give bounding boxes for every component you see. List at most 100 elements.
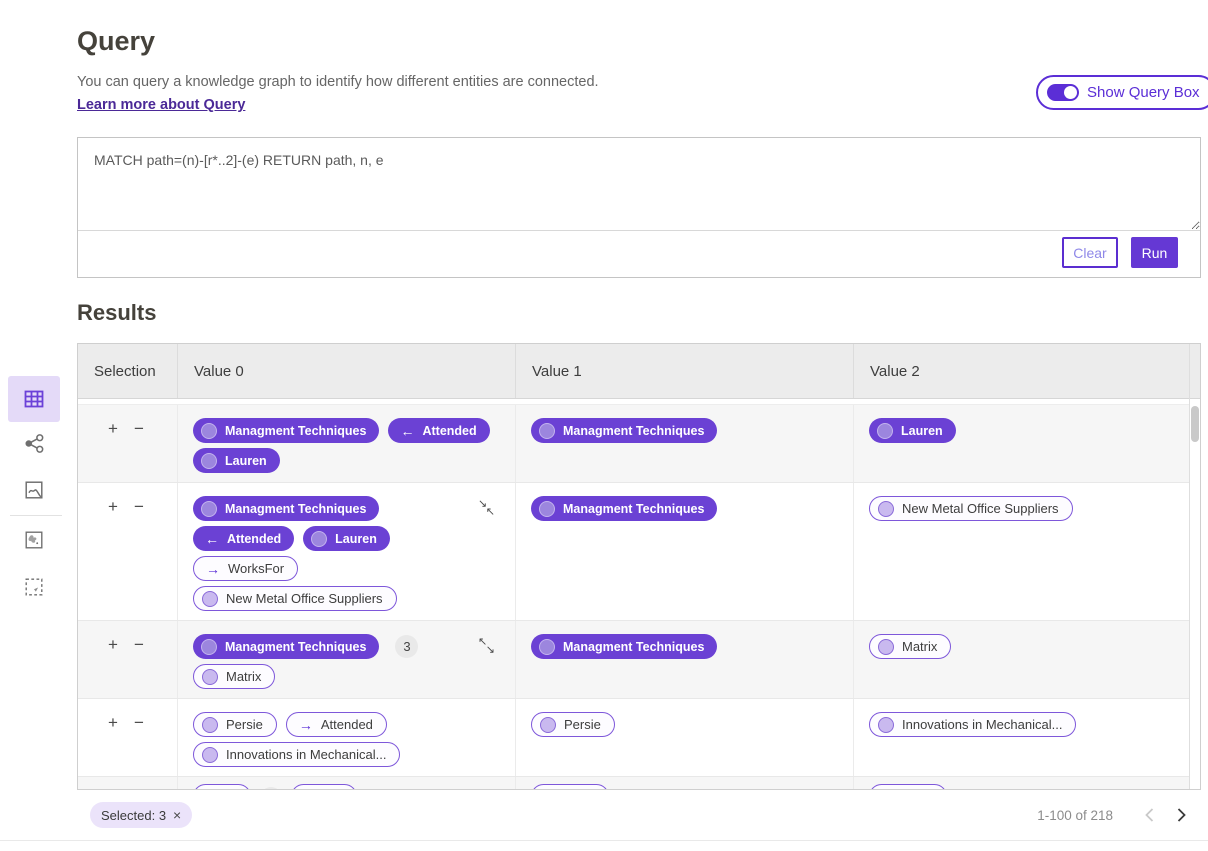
- remove-selection-button[interactable]: −: [134, 714, 144, 731]
- expand-icon[interactable]: ↖↘: [478, 637, 495, 656]
- entity-pill[interactable]: ←Attended: [388, 418, 489, 443]
- pill-line: Lauren: [869, 418, 1175, 443]
- pill-label: Managment Techniques: [563, 640, 704, 654]
- sidebar-item-graph-view[interactable]: [8, 420, 60, 466]
- add-selection-button[interactable]: +: [108, 636, 118, 653]
- toggle-knob: [1064, 86, 1077, 99]
- show-query-box-toggle[interactable]: Show Query Box: [1036, 75, 1208, 110]
- node-circle-icon: [311, 531, 327, 547]
- entity-pill[interactable]: →WorksFor: [193, 556, 298, 581]
- entity-pill[interactable]: Managment Techniques: [193, 634, 379, 659]
- sidebar-item-map-view[interactable]: [8, 517, 60, 563]
- entity-pill[interactable]: Persie: [193, 712, 277, 737]
- table-header-row: SelectionValue 0Value 1Value 2: [78, 344, 1200, 399]
- pill-label: Managment Techniques: [563, 424, 704, 438]
- entity-pill[interactable]: Managment Techniques: [193, 496, 379, 521]
- entity-pill[interactable]: New Metal Office Suppliers: [193, 586, 397, 611]
- entity-pill[interactable]: →Attended: [286, 712, 387, 737]
- sidebar-item-chart-view[interactable]: [8, 467, 60, 513]
- pill-label: Managment Techniques: [225, 502, 366, 516]
- run-button[interactable]: Run: [1131, 237, 1178, 268]
- count-badge: [260, 787, 282, 789]
- pill-line: Managment Techniques: [193, 496, 501, 521]
- sidebar-item-table-view[interactable]: [8, 376, 60, 422]
- add-selection-button[interactable]: +: [108, 498, 118, 515]
- pill-label: Persie: [564, 717, 601, 732]
- chart-icon: [23, 479, 45, 501]
- pill-line: [531, 784, 839, 789]
- entity-pill[interactable]: Managment Techniques: [193, 418, 379, 443]
- sidebar-item-select-view[interactable]: [8, 564, 60, 610]
- value-cell: Lauren: [854, 405, 1189, 482]
- clipped-pill[interactable]: [531, 784, 609, 789]
- value-cell: Managment Techniques: [516, 405, 854, 482]
- pill-line: Matrix: [869, 634, 1175, 659]
- collapse-icon[interactable]: ↘↖: [478, 499, 495, 518]
- pill-line: Managment Techniques: [531, 418, 839, 443]
- value-cell: [178, 777, 516, 789]
- prev-page-button[interactable]: [1137, 803, 1161, 827]
- arrow-left-icon: ←: [400, 424, 414, 438]
- pill-label: Lauren: [225, 454, 267, 468]
- pill-label: Attended: [227, 532, 281, 546]
- pill-line: Persie →Attended: [193, 712, 501, 737]
- scrollbar-thumb[interactable]: [1191, 406, 1199, 442]
- selected-count-badge[interactable]: Selected: 3 ×: [90, 802, 192, 828]
- clear-button[interactable]: Clear: [1062, 237, 1118, 268]
- rail-divider: [10, 515, 62, 516]
- clear-selection-icon[interactable]: ×: [173, 807, 181, 823]
- query-actions: Clear Run: [1062, 237, 1178, 268]
- learn-more-link[interactable]: Learn more about Query: [77, 97, 245, 113]
- clipped-pill[interactable]: [869, 784, 947, 789]
- entity-pill[interactable]: Lauren: [869, 418, 956, 443]
- next-page-button[interactable]: [1169, 803, 1193, 827]
- clipped-pill[interactable]: [291, 784, 357, 789]
- pill-line: Innovations in Mechanical...: [869, 712, 1175, 737]
- entity-pill[interactable]: ←Attended: [193, 526, 294, 551]
- node-circle-icon: [202, 669, 218, 685]
- pill-label: Lauren: [901, 424, 943, 438]
- selected-count-label: Selected: 3: [101, 808, 166, 823]
- table-row: [78, 777, 1189, 789]
- query-input[interactable]: MATCH path=(n)-[r*..2]-(e) RETURN path, …: [78, 138, 1200, 231]
- add-selection-button[interactable]: +: [108, 420, 118, 437]
- entity-pill[interactable]: Managment Techniques: [531, 418, 717, 443]
- pill-line: New Metal Office Suppliers: [193, 586, 501, 611]
- table-icon: [22, 387, 46, 411]
- toggle-switch-icon[interactable]: [1047, 84, 1079, 101]
- entity-pill[interactable]: Lauren: [303, 526, 390, 551]
- entity-pill[interactable]: Managment Techniques: [531, 634, 717, 659]
- pagination-range: 1-100 of 218: [1037, 808, 1113, 823]
- entity-pill[interactable]: New Metal Office Suppliers: [869, 496, 1073, 521]
- remove-selection-button[interactable]: −: [134, 498, 144, 515]
- table-body: +−Managment Techniques←AttendedLaurenMan…: [78, 399, 1189, 789]
- pill-line: Managment Techniques3: [193, 634, 501, 659]
- pill-line: [869, 784, 1175, 789]
- bottom-bar: Selected: 3 × 1-100 of 218: [77, 790, 1201, 840]
- pill-line: [193, 784, 501, 789]
- value-cell: [854, 777, 1189, 789]
- remove-selection-button[interactable]: −: [134, 420, 144, 437]
- entity-pill[interactable]: Matrix: [193, 664, 275, 689]
- remove-selection-button[interactable]: −: [134, 636, 144, 653]
- entity-pill[interactable]: Persie: [531, 712, 615, 737]
- node-circle-icon: [201, 639, 217, 655]
- arrow-right-icon: →: [299, 718, 313, 732]
- entity-pill[interactable]: Managment Techniques: [531, 496, 717, 521]
- entity-pill[interactable]: Innovations in Mechanical...: [869, 712, 1076, 737]
- pill-label: Lauren: [335, 532, 377, 546]
- table-row: +−Managment Techniques3Matrix↖↘Managment…: [78, 621, 1189, 699]
- pill-label: Innovations in Mechanical...: [902, 717, 1062, 732]
- entity-pill[interactable]: Matrix: [869, 634, 951, 659]
- entity-pill[interactable]: Innovations in Mechanical...: [193, 742, 400, 767]
- pill-label: Managment Techniques: [563, 502, 704, 516]
- vertical-scrollbar[interactable]: [1189, 344, 1200, 789]
- selection-cell: [78, 777, 178, 789]
- entity-pill[interactable]: Lauren: [193, 448, 280, 473]
- node-circle-icon: [202, 717, 218, 733]
- value-cell: Managment Techniques3 Matrix ↖↘: [178, 621, 516, 698]
- clipped-pill[interactable]: [193, 784, 251, 789]
- add-selection-button[interactable]: +: [108, 714, 118, 731]
- selection-cell: +−: [78, 405, 178, 482]
- query-page: Query You can query a knowledge graph to…: [0, 0, 1208, 851]
